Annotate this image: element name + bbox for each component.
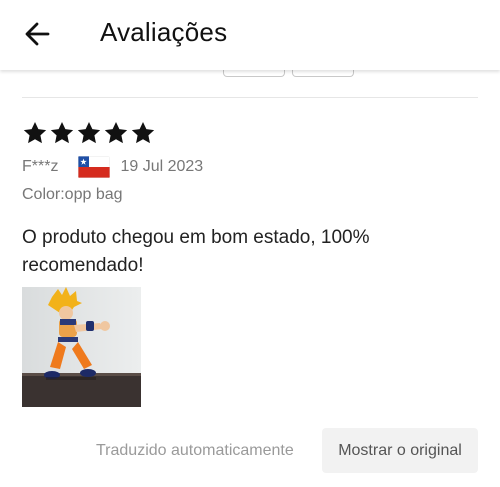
show-original-button[interactable]: Mostrar o original	[322, 428, 478, 473]
star-icon	[104, 121, 128, 144]
app-header: Avaliações	[0, 0, 500, 70]
review-text: O produto chegou em bom estado, 100% rec…	[22, 227, 370, 276]
star-rating	[22, 120, 156, 146]
product-variant: Color:opp bag	[22, 186, 123, 203]
figure-photo-thumbnail	[22, 287, 141, 407]
chile-flag-icon	[78, 156, 111, 178]
reviewer-name: F***z	[22, 158, 59, 175]
review-date: 19 Jul 2023	[120, 158, 204, 175]
auto-translated-label: Traduzido automaticamente	[96, 442, 294, 459]
back-button[interactable]	[20, 16, 56, 52]
review-photo[interactable]	[22, 287, 141, 407]
review-meta: F***z 19 Jul 2023	[22, 156, 203, 178]
arrow-left-icon	[25, 22, 50, 46]
divider	[22, 97, 478, 98]
star-icon	[50, 121, 74, 144]
star-icon	[23, 121, 47, 144]
page-title: Avaliações	[100, 17, 228, 47]
star-icon	[77, 121, 101, 144]
star-icon	[131, 121, 155, 144]
